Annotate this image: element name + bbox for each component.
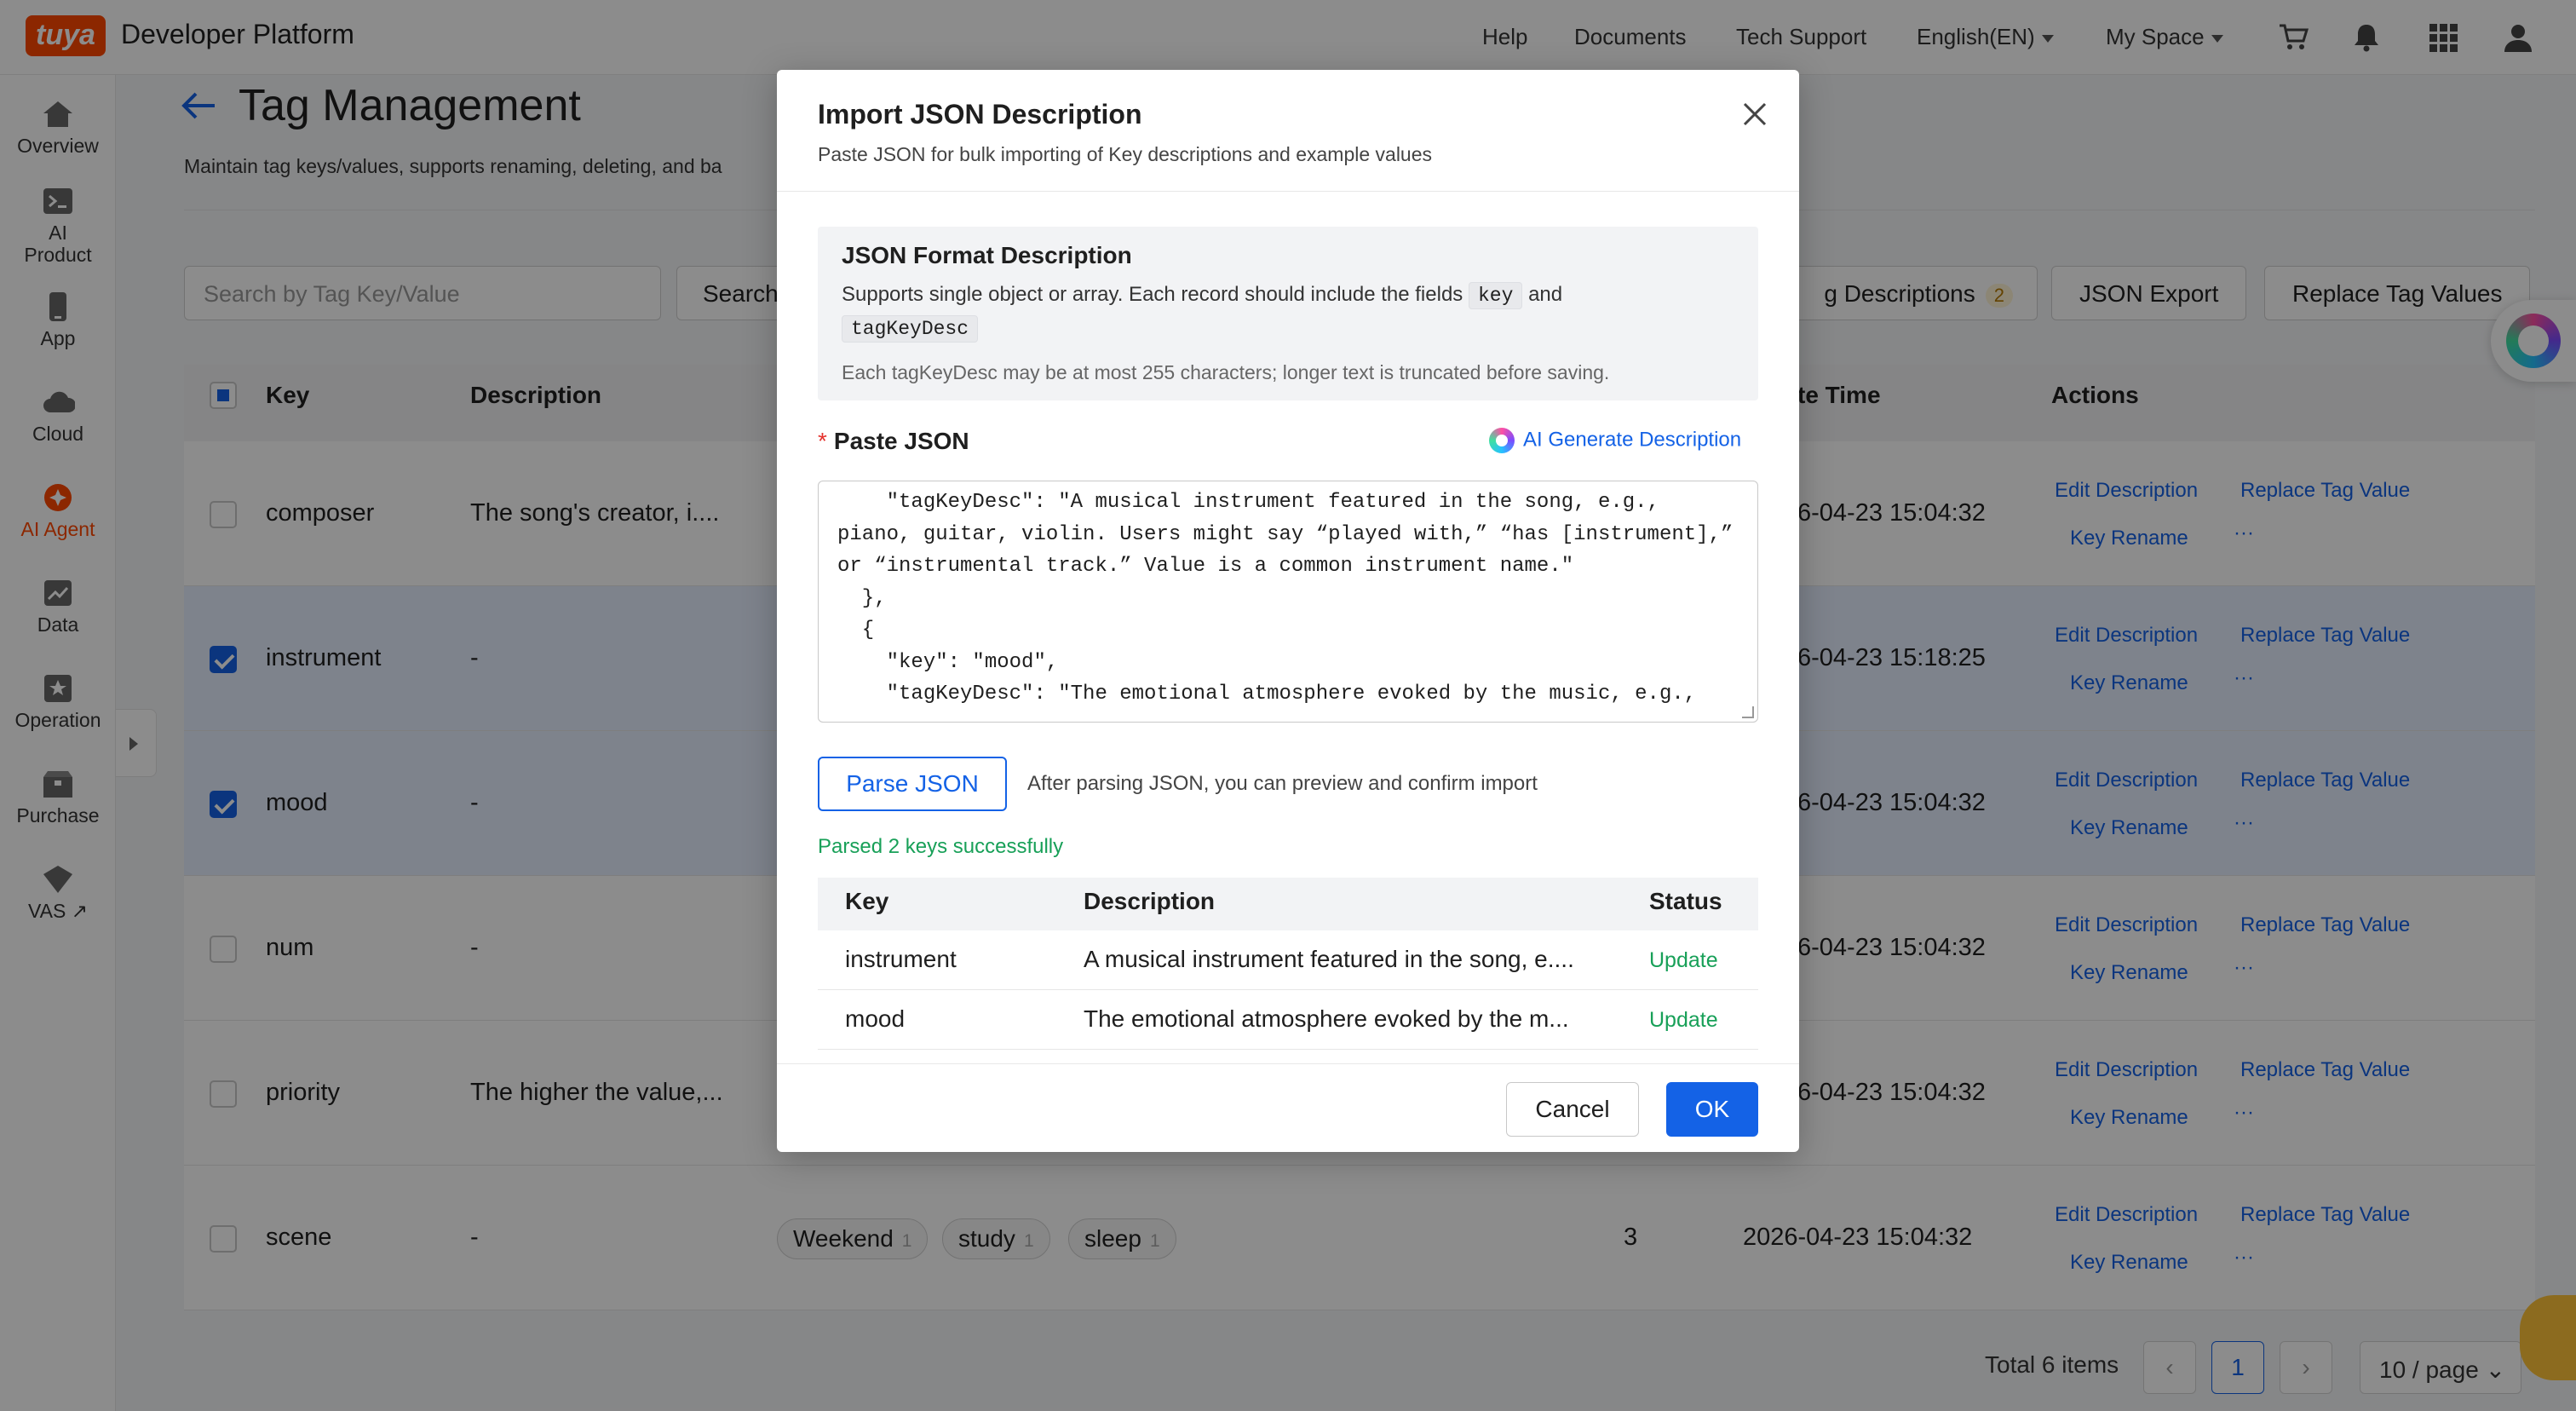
parse-hint: After parsing JSON, you can preview and … xyxy=(1027,772,1538,795)
format-text: Supports single object or array. Each re… xyxy=(842,282,1563,309)
import-json-modal: Import JSON Description Paste JSON for b… xyxy=(777,70,1799,1152)
preview-table-header xyxy=(818,878,1758,930)
ai-generate-label: AI Generate Description xyxy=(1523,428,1742,452)
divider xyxy=(777,191,1799,192)
status-badge: Update xyxy=(1649,1008,1718,1032)
format-title: JSON Format Description xyxy=(842,242,1132,268)
status-badge: Update xyxy=(1649,948,1718,972)
cancel-button[interactable]: Cancel xyxy=(1506,1082,1639,1137)
close-icon[interactable] xyxy=(1739,99,1770,130)
paste-json-label-text: Paste JSON xyxy=(833,428,969,454)
preview-row: mood The emotional atmosphere evoked by … xyxy=(818,990,1758,1050)
required-mark: * xyxy=(818,428,827,454)
format-text-prefix: Supports single object or array. Each re… xyxy=(842,283,1463,306)
preview-header-status: Status xyxy=(1649,888,1722,914)
ok-button[interactable]: OK xyxy=(1666,1082,1758,1137)
preview-description: A musical instrument featured in the son… xyxy=(1084,946,1574,972)
divider xyxy=(777,1063,1799,1064)
preview-key: instrument xyxy=(845,946,957,972)
format-note: Each tagKeyDesc may be at most 255 chara… xyxy=(842,361,1610,383)
ai-generate-description-link[interactable]: AI Generate Description xyxy=(1489,428,1741,453)
resize-handle-icon[interactable] xyxy=(1742,706,1754,718)
paste-json-label: * Paste JSON xyxy=(818,428,969,455)
ai-swirl-icon xyxy=(1489,428,1515,453)
field-key-code: key xyxy=(1468,282,1523,309)
json-textarea-content: "tagKeyDesc": "A musical instrument feat… xyxy=(837,491,1734,706)
field-desc-code: tagKeyDesc xyxy=(842,315,979,343)
modal-title: Import JSON Description xyxy=(818,99,1142,130)
format-text-and: and xyxy=(1528,283,1563,306)
json-textarea[interactable]: "tagKeyDesc": "A musical instrument feat… xyxy=(818,481,1758,723)
preview-key: mood xyxy=(845,1005,906,1032)
parse-success-message: Parsed 2 keys successfully xyxy=(818,835,1064,858)
preview-description: The emotional atmosphere evoked by the m… xyxy=(1084,1005,1569,1032)
preview-header-description: Description xyxy=(1084,888,1216,914)
modal-subtitle: Paste JSON for bulk importing of Key des… xyxy=(818,143,1433,165)
preview-header-key: Key xyxy=(845,888,889,914)
json-format-description: JSON Format Description Supports single … xyxy=(818,227,1758,400)
parse-json-button[interactable]: Parse JSON xyxy=(818,757,1007,811)
preview-row: instrument A musical instrument featured… xyxy=(818,930,1758,990)
